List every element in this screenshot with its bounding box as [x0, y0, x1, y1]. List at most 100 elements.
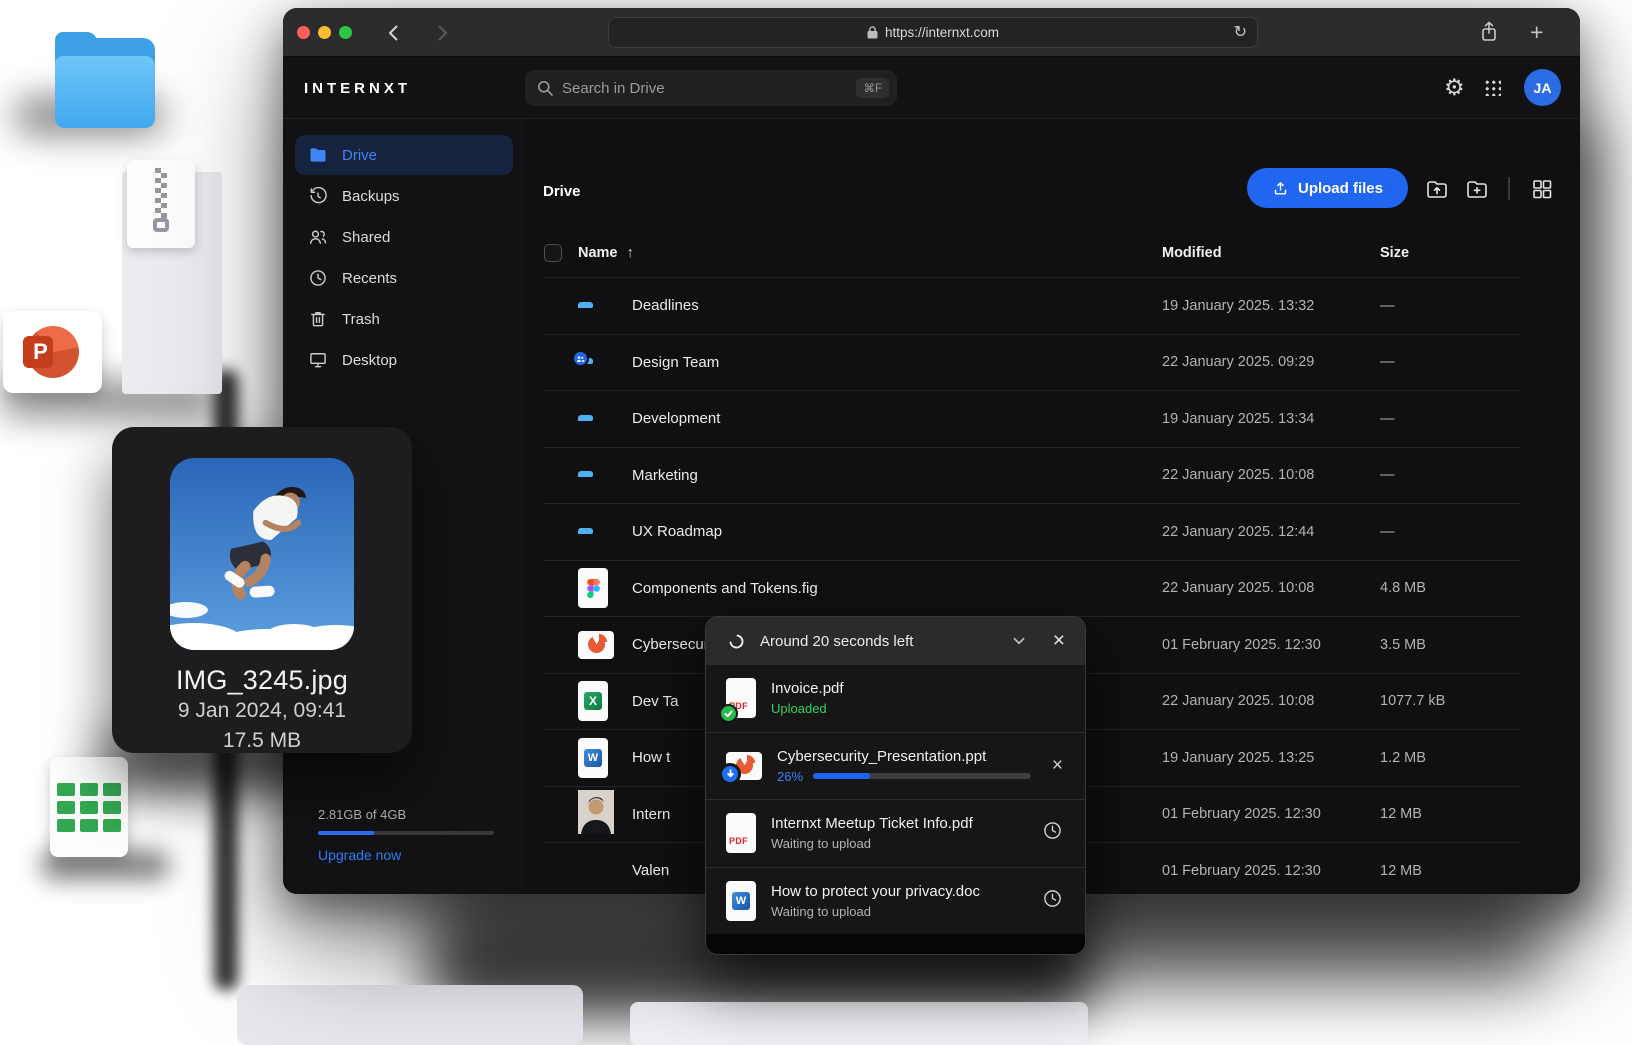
table-row[interactable]: UX Roadmap 22 January 2025. 12:44 — — [543, 504, 1520, 561]
table-row[interactable]: Deadlines 19 January 2025. 13:32 — — [543, 278, 1520, 335]
drive-folder-icon — [308, 145, 328, 165]
close-icon[interactable]: × — [1053, 631, 1065, 651]
sidebar-item-label: Shared — [342, 229, 390, 246]
table-row[interactable]: Development 19 January 2025. 13:34 — — [543, 391, 1520, 448]
close-window-button[interactable] — [297, 26, 310, 39]
storage-progress-bar — [318, 831, 494, 835]
figma-file-icon — [578, 568, 608, 608]
uploading-arrow-icon — [719, 763, 741, 785]
waiting-clock-icon — [1042, 888, 1063, 914]
cancel-upload-icon[interactable]: × — [1052, 755, 1063, 777]
folder-icon — [55, 38, 155, 128]
grid-view-icon[interactable] — [1530, 177, 1554, 201]
storage-usage-text: 2.81GB of 4GB — [318, 807, 494, 822]
photo-thumbnail-person — [578, 821, 614, 838]
upload-progress-popup: Around 20 seconds left × PDF Invoice.pdf… — [705, 616, 1086, 955]
sidebar-item-label: Desktop — [342, 352, 397, 369]
table-header: Name↑ Modified Size — [525, 233, 1580, 277]
upload-files-button[interactable]: Upload files — [1247, 168, 1408, 208]
sidebar-item-label: Backups — [342, 188, 400, 205]
column-header-size[interactable]: Size — [1380, 245, 1409, 261]
word-file-icon: W — [578, 738, 608, 778]
toolbar-divider — [1508, 177, 1510, 200]
sort-ascending-icon: ↑ — [627, 245, 634, 261]
backups-icon — [308, 186, 328, 206]
upload-progress-bar — [813, 773, 1031, 779]
sidebar-item-trash[interactable]: Trash — [295, 299, 513, 339]
address-bar[interactable]: https://internxt.com ↻ — [608, 17, 1258, 48]
decor-paper-sheet — [237, 985, 583, 1045]
upload-icon — [1272, 180, 1289, 197]
image-preview-card: IMG_3245.jpg 9 Jan 2024, 09:41 17.5 MB — [112, 427, 412, 753]
select-all-checkbox[interactable] — [544, 244, 562, 262]
search-icon — [537, 80, 553, 96]
zip-file-icon — [127, 160, 195, 248]
upload-items: PDF Invoice.pdf Uploaded Cybersecurity_P… — [706, 665, 1085, 934]
upload-status: Waiting to upload — [771, 836, 1027, 851]
trash-icon — [308, 309, 328, 329]
new-tab-icon[interactable]: + — [1530, 21, 1543, 43]
upload-status: Waiting to upload — [771, 904, 1027, 919]
decor-paper-sheet — [630, 1002, 1088, 1045]
sidebar-item-backups[interactable]: Backups — [295, 176, 513, 216]
sidebar-item-recents[interactable]: Recents — [295, 258, 513, 298]
minimize-window-button[interactable] — [318, 26, 331, 39]
spreadsheet-file-icon — [50, 757, 128, 857]
url-text: https://internxt.com — [885, 25, 999, 40]
pdf-file-icon: PDF — [726, 813, 756, 853]
column-header-name[interactable]: Name↑ — [578, 245, 634, 261]
zoom-window-button[interactable] — [339, 26, 352, 39]
recents-icon — [308, 268, 328, 288]
spinner-icon — [728, 633, 745, 650]
waiting-clock-icon — [1042, 820, 1063, 846]
table-row[interactable]: Components and Tokens.fig 22 January 202… — [543, 561, 1520, 618]
upload-popup-footer — [706, 934, 1085, 954]
upgrade-link[interactable]: Upgrade now — [318, 847, 494, 863]
image-size: 17.5 MB — [112, 729, 412, 753]
reload-icon[interactable]: ↻ — [1234, 22, 1247, 42]
search-bar[interactable]: ⌘F — [525, 70, 897, 106]
search-input[interactable] — [562, 80, 847, 97]
upload-item: PDF Invoice.pdf Uploaded — [706, 665, 1085, 733]
table-row[interactable]: Marketing 22 January 2025. 10:08 — — [543, 448, 1520, 505]
back-button[interactable] — [383, 22, 405, 44]
column-header-modified[interactable]: Modified — [1162, 245, 1222, 261]
apps-grid-icon[interactable] — [1484, 79, 1501, 96]
image-date: 9 Jan 2024, 09:41 — [112, 699, 412, 723]
upload-item: Cybersecurity_Presentation.ppt 26% × — [706, 733, 1085, 801]
lock-icon — [867, 26, 878, 39]
sidebar-item-label: Drive — [342, 147, 377, 164]
shared-badge-icon — [572, 350, 589, 367]
uploaded-check-icon — [719, 704, 738, 723]
new-folder-icon[interactable] — [1465, 177, 1489, 201]
share-icon[interactable] — [1480, 21, 1498, 47]
table-row[interactable]: Design Team 22 January 2025. 09:29 — — [543, 335, 1520, 392]
desktop-icon — [308, 350, 328, 370]
app-header: INTERNXT ⌘F ⚙ JA — [283, 57, 1580, 119]
upload-popup-header: Around 20 seconds left × — [706, 617, 1085, 665]
sidebar-item-drive[interactable]: Drive — [295, 135, 513, 175]
excel-file-icon: X — [578, 681, 608, 721]
shared-icon — [308, 227, 328, 247]
powerpoint-file-icon: P — [3, 311, 102, 393]
storage-usage: 2.81GB of 4GB Upgrade now — [318, 807, 494, 863]
page: P — [0, 0, 1632, 1045]
sidebar-item-label: Recents — [342, 270, 397, 287]
upload-folder-icon[interactable] — [1425, 177, 1449, 201]
internxt-logo: INTERNXT — [304, 80, 411, 97]
keyboard-shortcut-badge: ⌘F — [856, 78, 889, 98]
page-title: Drive — [543, 183, 581, 200]
sidebar-item-desktop[interactable]: Desktop — [295, 340, 513, 380]
chevron-down-icon[interactable] — [1010, 632, 1028, 650]
forward-button[interactable] — [431, 22, 453, 44]
upload-item: W How to protect your privacy.doc Waitin… — [706, 868, 1085, 935]
sidebar-item-shared[interactable]: Shared — [295, 217, 513, 257]
gear-icon[interactable]: ⚙ — [1444, 74, 1465, 100]
avatar[interactable]: JA — [1524, 69, 1561, 106]
word-file-icon: W — [726, 881, 756, 921]
upload-item: PDF Internxt Meetup Ticket Info.pdf Wait… — [706, 800, 1085, 868]
upload-status: Uploaded — [771, 701, 1063, 716]
jumping-person-photo — [170, 458, 354, 650]
browser-chrome: https://internxt.com ↻ + — [283, 8, 1580, 57]
image-filename: IMG_3245.jpg — [112, 665, 412, 696]
